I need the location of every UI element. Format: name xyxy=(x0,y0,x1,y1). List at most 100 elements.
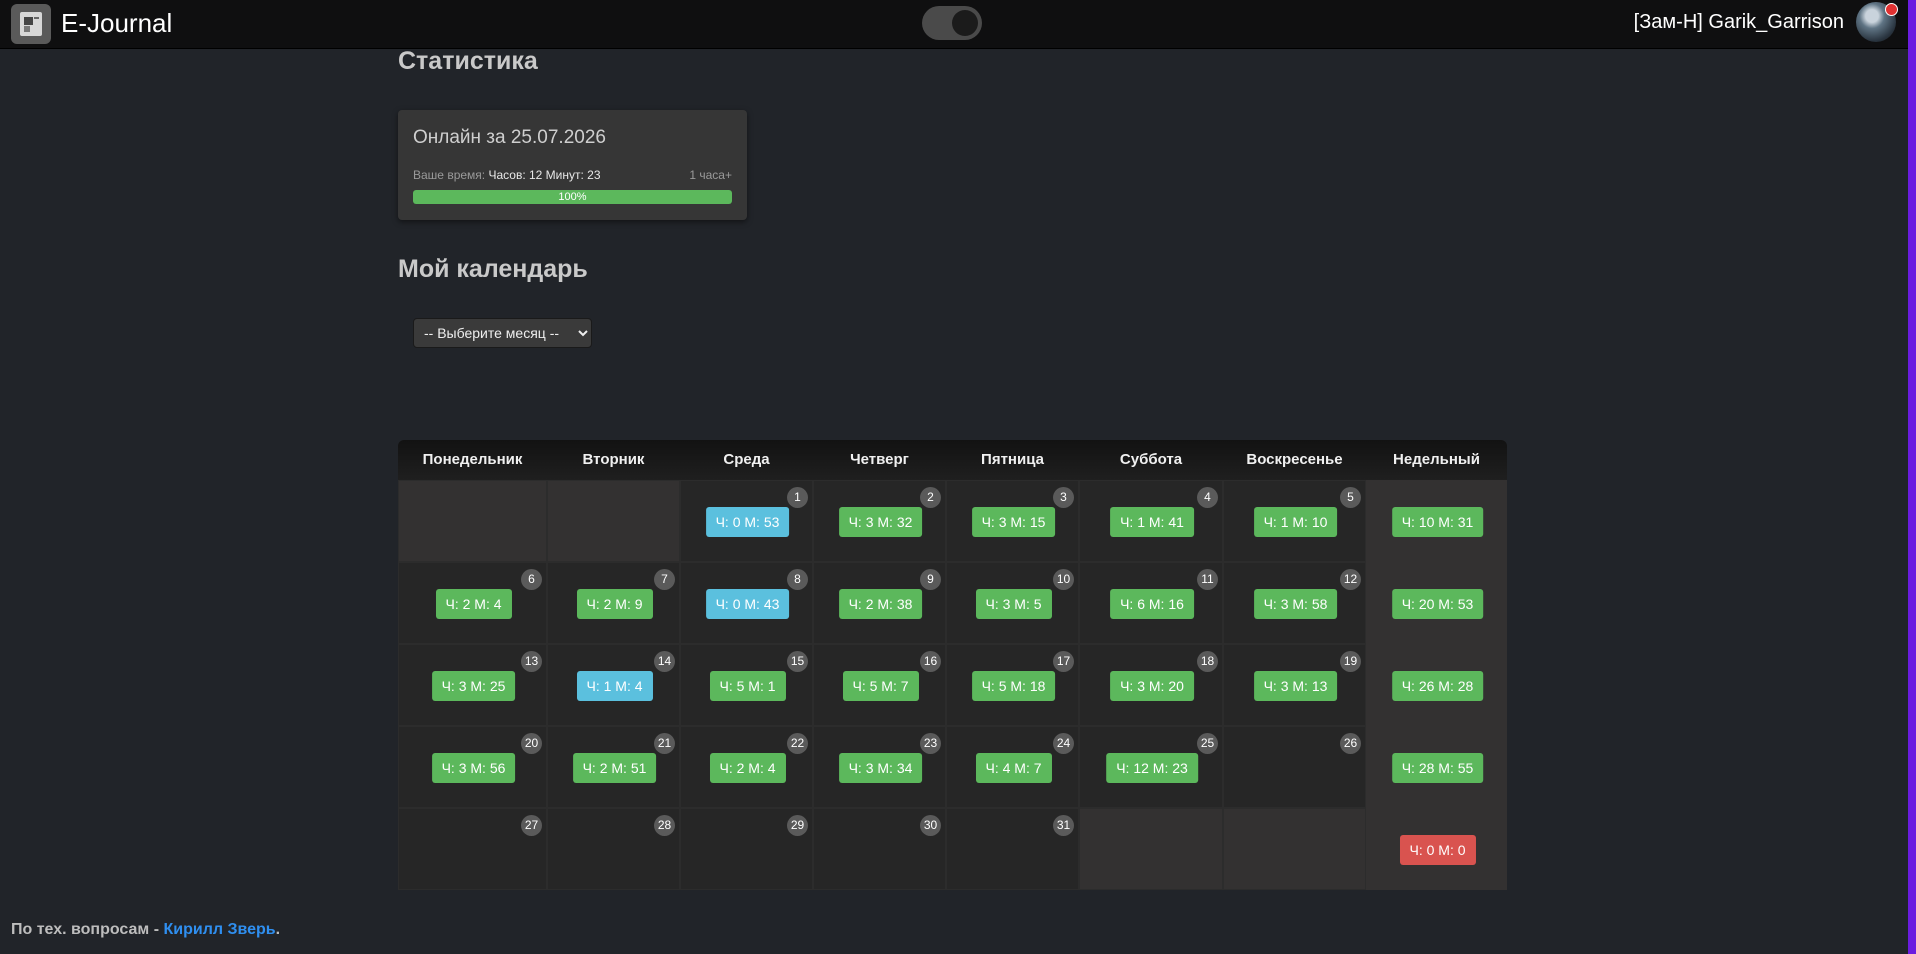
day-number: 2 xyxy=(920,487,941,508)
day-cell: 4 Ч: 1 М: 41 xyxy=(1079,480,1223,562)
day-cell: 29 xyxy=(680,808,813,890)
scrollbar-accent xyxy=(1908,0,1916,954)
calendar-header-cell: Понедельник xyxy=(422,451,523,468)
day-time-badge: Ч: 3 М: 25 xyxy=(431,671,516,701)
week-total-cell: Ч: 0 М: 0 xyxy=(1366,808,1507,890)
journal-logo-icon[interactable] xyxy=(11,4,51,44)
day-number: 9 xyxy=(920,569,941,590)
day-number: 29 xyxy=(787,815,808,836)
day-cell: 26 xyxy=(1223,726,1366,808)
empty-day-cell xyxy=(547,480,680,562)
day-time-badge: Ч: 5 М: 1 xyxy=(709,671,786,701)
day-time-badge: Ч: 6 М: 16 xyxy=(1110,589,1194,619)
day-time-badge: Ч: 3 М: 15 xyxy=(971,507,1056,537)
day-number: 24 xyxy=(1053,733,1074,754)
day-time-badge: Ч: 3 М: 34 xyxy=(838,753,923,783)
theme-toggle[interactable] xyxy=(922,6,982,40)
calendar-table: Понедельник Вторник Среда Четверг Пятница Суб… xyxy=(398,440,1507,890)
day-time-badge: Ч: 2 М: 9 xyxy=(576,589,653,619)
support-contact-link[interactable]: Кирилл Зверь xyxy=(163,921,275,938)
week-total-badge: Ч: 0 М: 0 xyxy=(1399,835,1476,865)
calendar-header: Понедельник Вторник Среда Четверг Пятница Суб… xyxy=(398,440,1507,480)
stat-time-label: Ваше время: xyxy=(413,168,486,182)
day-number: 5 xyxy=(1340,487,1361,508)
day-cell: 20 Ч: 3 М: 56 xyxy=(398,726,547,808)
week-total-cell: Ч: 10 М: 31 xyxy=(1366,480,1507,562)
day-number: 7 xyxy=(654,569,675,590)
calendar-header-cell: Четверг xyxy=(850,451,909,468)
day-number: 28 xyxy=(654,815,675,836)
week-total-badge: Ч: 20 М: 53 xyxy=(1391,589,1484,619)
day-time-badge: Ч: 2 М: 4 xyxy=(435,589,512,619)
day-cell: 24 Ч: 4 М: 7 xyxy=(946,726,1079,808)
calendar-header-cell: Пятница xyxy=(981,451,1044,468)
calendar-header-cell: Вторник xyxy=(582,451,645,468)
day-number: 6 xyxy=(521,569,542,590)
footer-text: По тех. вопросам - xyxy=(11,921,164,938)
day-time-badge: Ч: 3 М: 58 xyxy=(1253,589,1338,619)
day-number: 17 xyxy=(1053,651,1074,672)
day-number: 13 xyxy=(521,651,542,672)
day-cell: 18 Ч: 3 М: 20 xyxy=(1079,644,1223,726)
day-number: 31 xyxy=(1053,815,1074,836)
day-cell: 27 xyxy=(398,808,547,890)
week-total-cell: Ч: 26 М: 28 xyxy=(1366,644,1507,726)
week-total-cell: Ч: 20 М: 53 xyxy=(1366,562,1507,644)
day-time-badge: Ч: 1 М: 41 xyxy=(1110,507,1194,537)
day-number: 14 xyxy=(654,651,675,672)
username-label[interactable]: [Зам-Н] Garik_Garrison xyxy=(1634,11,1844,34)
day-number: 26 xyxy=(1340,733,1361,754)
day-time-badge: Ч: 2 М: 51 xyxy=(572,753,657,783)
day-cell: 19 Ч: 3 М: 13 xyxy=(1223,644,1366,726)
month-select[interactable]: -- Выберите месяц -- xyxy=(413,318,592,348)
day-time-badge: Ч: 0 М: 43 xyxy=(705,589,790,619)
empty-day-cell xyxy=(398,480,547,562)
day-cell: 30 xyxy=(813,808,946,890)
stat-card-title: Онлайн за 25.07.2026 xyxy=(413,127,606,148)
day-number: 1 xyxy=(787,487,808,508)
week-total-cell: Ч: 28 М: 55 xyxy=(1366,726,1507,808)
footer-end: . xyxy=(275,921,281,938)
day-number: 21 xyxy=(654,733,675,754)
notification-dot-icon xyxy=(1885,3,1898,16)
day-number: 3 xyxy=(1053,487,1074,508)
day-number: 16 xyxy=(920,651,941,672)
day-cell: 25 Ч: 12 М: 23 xyxy=(1079,726,1223,808)
day-time-badge: Ч: 3 М: 5 xyxy=(975,589,1052,619)
calendar-header-cell: Суббота xyxy=(1119,451,1183,468)
calendar-header-cell: Среда xyxy=(723,451,770,468)
stat-goal: 1 часа+ xyxy=(689,168,732,182)
day-time-badge: Ч: 4 М: 7 xyxy=(975,753,1052,783)
brand-title[interactable]: E-Journal xyxy=(61,8,172,39)
day-time-badge: Ч: 3 М: 13 xyxy=(1253,671,1338,701)
day-cell: 17 Ч: 5 М: 18 xyxy=(946,644,1079,726)
week-total-badge: Ч: 10 М: 31 xyxy=(1391,507,1484,537)
stats-heading: Статистика xyxy=(398,47,538,75)
top-navbar: E-Journal [Зам-Н] Garik_Garrison xyxy=(0,0,1916,49)
day-time-badge: Ч: 2 М: 4 xyxy=(709,753,786,783)
week-total-badge: Ч: 26 М: 28 xyxy=(1391,671,1484,701)
progress-fill: 100% xyxy=(413,190,732,204)
day-time-badge: Ч: 5 М: 18 xyxy=(971,671,1056,701)
day-time-badge: Ч: 12 М: 23 xyxy=(1106,753,1198,783)
day-cell: 5 Ч: 1 М: 10 xyxy=(1223,480,1366,562)
day-time-badge: Ч: 3 М: 20 xyxy=(1110,671,1194,701)
day-time-badge: Ч: 5 М: 7 xyxy=(842,671,919,701)
day-time-badge: Ч: 1 М: 4 xyxy=(576,671,653,701)
day-time-badge: Ч: 3 М: 56 xyxy=(431,753,516,783)
day-cell: 11 Ч: 6 М: 16 xyxy=(1079,562,1223,644)
day-number: 20 xyxy=(521,733,542,754)
day-number: 23 xyxy=(920,733,941,754)
day-time-badge: Ч: 1 М: 10 xyxy=(1253,507,1338,537)
footer: По тех. вопросам - Кирилл Зверь. xyxy=(11,921,280,939)
day-time-badge: Ч: 2 М: 38 xyxy=(838,589,923,619)
day-number: 25 xyxy=(1197,733,1218,754)
stat-time: Ваше время: Часов: 12 Минут: 23 xyxy=(413,168,601,182)
empty-day-cell xyxy=(1223,808,1366,890)
day-cell: 8 Ч: 0 М: 43 xyxy=(680,562,813,644)
day-number: 4 xyxy=(1197,487,1218,508)
day-cell: 2 Ч: 3 М: 32 xyxy=(813,480,946,562)
day-number: 27 xyxy=(521,815,542,836)
day-cell: 31 xyxy=(946,808,1079,890)
calendar-heading: Мой календарь xyxy=(398,255,588,283)
